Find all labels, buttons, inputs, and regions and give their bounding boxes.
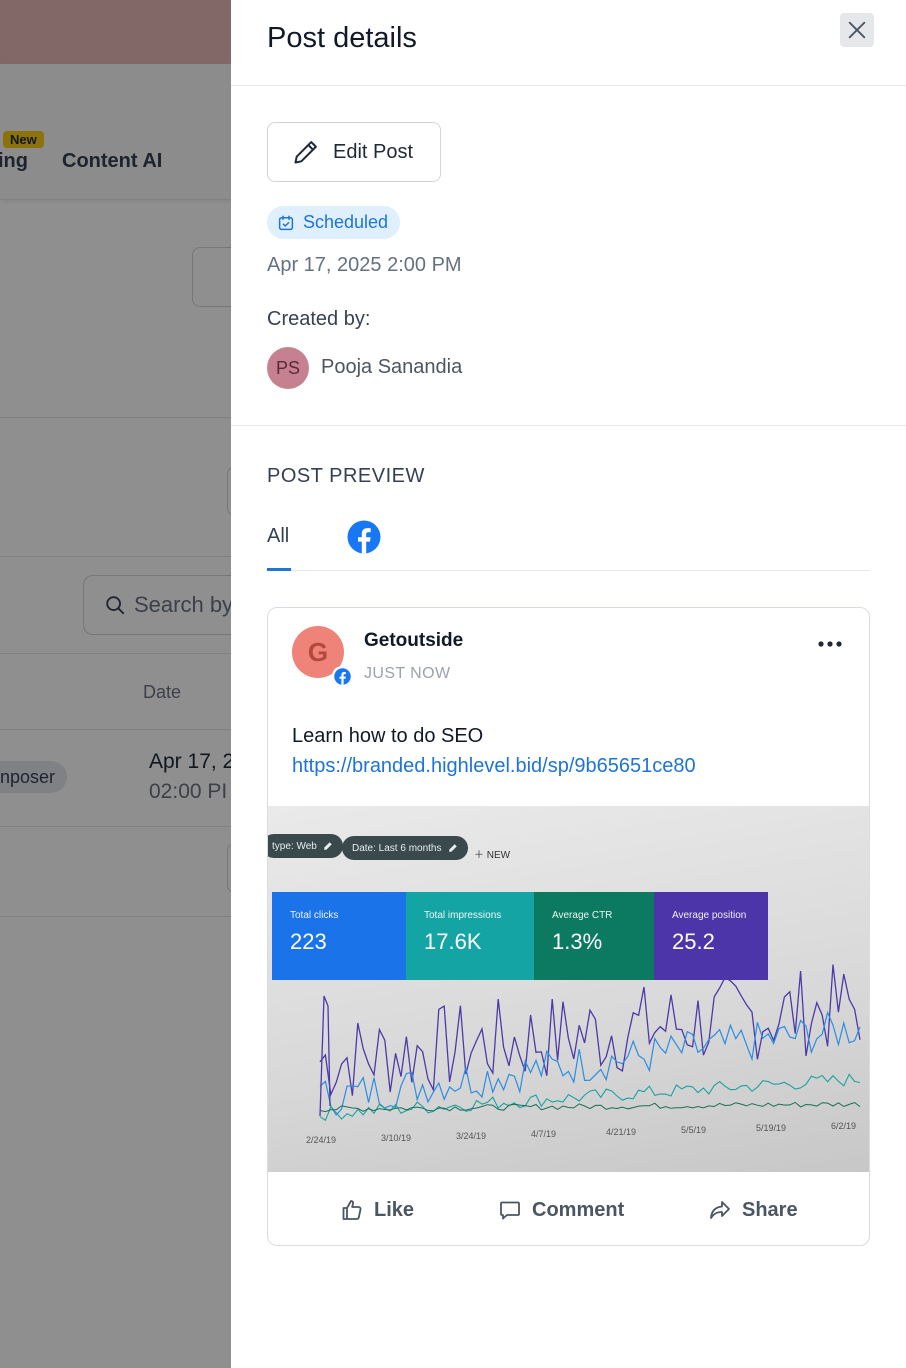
- x-tick-label: 4/21/19: [606, 1127, 636, 1137]
- tabs-divider: [267, 570, 870, 571]
- x-tick-label: 5/19/19: [756, 1123, 786, 1133]
- header-divider: [231, 85, 906, 86]
- post-actions-bar: Like Comment Share: [268, 1173, 869, 1245]
- photo-trend-line: [319, 1073, 861, 1122]
- like-button[interactable]: Like: [340, 1198, 414, 1222]
- share-label: Share: [742, 1198, 798, 1221]
- pencil-icon: [294, 141, 317, 164]
- post-image: type: Web Date: Last 6 months ＋ NEW Tota…: [268, 806, 869, 1172]
- calendar-check-icon: [278, 215, 294, 230]
- drawer-title: Post details: [267, 22, 417, 54]
- share-button[interactable]: Share: [708, 1198, 798, 1222]
- creator-name: Pooja Sanandia: [321, 356, 463, 378]
- page-name: Getoutside: [364, 630, 464, 651]
- x-tick-label: 4/7/19: [531, 1129, 556, 1139]
- share-arrow-icon: [710, 1201, 730, 1219]
- photo-trend-line: [319, 1101, 861, 1113]
- more-options-icon[interactable]: [816, 634, 844, 654]
- x-tick-label: 5/5/19: [681, 1125, 706, 1135]
- post-details-drawer: Post details Edit Post Scheduled Apr 17,…: [231, 0, 906, 1368]
- x-tick-label: 6/2/19: [831, 1121, 856, 1131]
- like-label: Like: [374, 1198, 415, 1221]
- comment-button[interactable]: Comment: [498, 1198, 624, 1222]
- post-time: JUST NOW: [364, 665, 451, 682]
- edit-post-button[interactable]: Edit Post: [267, 122, 441, 182]
- performance-line-chart-photo: 2/24/19 3/10/19 3/24/19 4/7/19 4/21/19 5/5/19…: [306, 964, 861, 1145]
- post-text: Learn how to do SEO: [292, 725, 484, 747]
- photo-trend-line: [319, 1010, 861, 1116]
- facebook-icon[interactable]: [347, 520, 381, 554]
- facebook-icon: [333, 667, 351, 685]
- section-divider: [231, 425, 906, 426]
- x-tick-label: 3/24/19: [456, 1131, 486, 1141]
- facebook-badge: [332, 666, 352, 686]
- comment-icon: [500, 1201, 520, 1220]
- x-tick-label: 2/24/19: [306, 1135, 336, 1145]
- status-label: Scheduled: [303, 212, 389, 232]
- close-icon: [848, 21, 866, 39]
- facebook-post-preview-card: G Getoutside JUST NOW Learn how to do SE…: [267, 607, 870, 1246]
- thumbs-up-icon: [342, 1200, 362, 1220]
- scheduled-datetime: Apr 17, 2025 2:00 PM: [267, 254, 462, 276]
- edit-post-label: Edit Post: [333, 140, 414, 163]
- status-badge: Scheduled: [267, 206, 401, 239]
- post-preview-heading: POST PREVIEW: [267, 465, 425, 487]
- close-button[interactable]: [840, 13, 874, 47]
- post-link[interactable]: https://branded.highlevel.bid/sp/9b65651…: [292, 755, 696, 778]
- active-tab-indicator: [267, 568, 291, 571]
- creator-avatar: PS: [267, 347, 309, 389]
- comment-label: Comment: [532, 1198, 625, 1221]
- tab-all[interactable]: All: [267, 525, 289, 548]
- x-tick-label: 3/10/19: [381, 1133, 411, 1143]
- created-by-label: Created by:: [267, 308, 371, 330]
